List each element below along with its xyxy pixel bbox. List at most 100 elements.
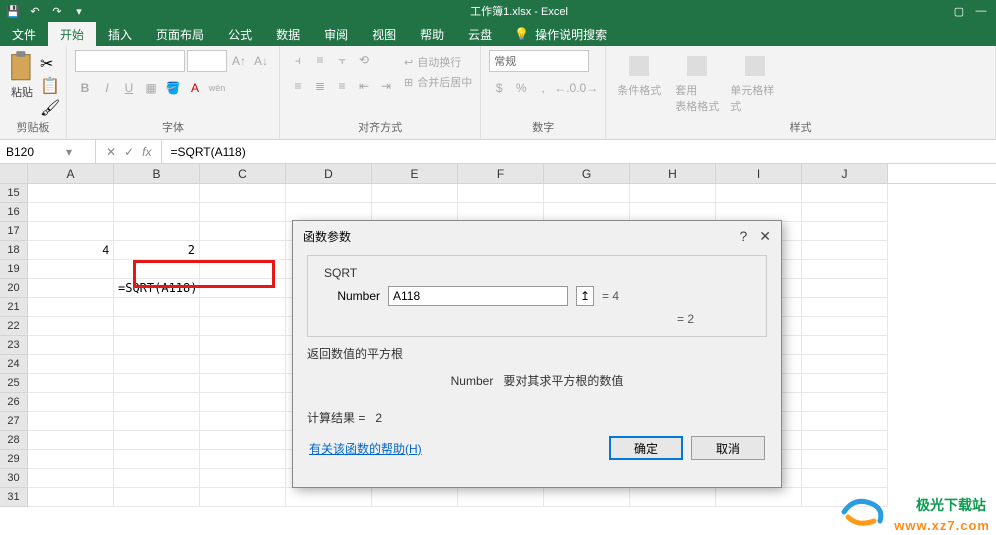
- cell[interactable]: [630, 488, 716, 507]
- align-left-icon[interactable]: ≡: [288, 76, 308, 96]
- col-header[interactable]: A: [28, 164, 114, 183]
- currency-icon[interactable]: $: [489, 78, 509, 98]
- collapse-dialog-icon[interactable]: ↥: [576, 286, 594, 306]
- cell[interactable]: [114, 317, 200, 336]
- decrease-decimal-icon[interactable]: .0→: [577, 78, 597, 98]
- cell[interactable]: [802, 355, 888, 374]
- cell[interactable]: [28, 298, 114, 317]
- cell[interactable]: [802, 298, 888, 317]
- tab-file[interactable]: 文件: [0, 22, 48, 46]
- font-color-button[interactable]: A: [185, 78, 205, 98]
- cell[interactable]: [200, 336, 286, 355]
- cell[interactable]: [200, 393, 286, 412]
- tab-review[interactable]: 审阅: [312, 22, 360, 46]
- format-table-button[interactable]: 套用 表格格式: [672, 54, 722, 114]
- align-center-icon[interactable]: ≣: [310, 76, 330, 96]
- bold-button[interactable]: B: [75, 78, 95, 98]
- cancel-button[interactable]: 取消: [691, 436, 765, 460]
- function-help-link[interactable]: 有关该函数的帮助(H): [309, 440, 422, 457]
- cell[interactable]: [200, 355, 286, 374]
- minimize-icon[interactable]: —: [974, 4, 988, 18]
- cell[interactable]: [802, 431, 888, 450]
- cell[interactable]: [114, 184, 200, 203]
- cell[interactable]: [114, 374, 200, 393]
- cell[interactable]: [28, 469, 114, 488]
- qat-dropdown-icon[interactable]: ▾: [72, 4, 86, 18]
- cell[interactable]: [286, 488, 372, 507]
- row-header[interactable]: 18: [0, 241, 28, 260]
- cell[interactable]: [200, 298, 286, 317]
- cell[interactable]: [802, 203, 888, 222]
- close-icon[interactable]: ✕: [759, 228, 771, 245]
- border-button[interactable]: ▦: [141, 78, 161, 98]
- tab-help[interactable]: 帮助: [408, 22, 456, 46]
- col-header[interactable]: I: [716, 164, 802, 183]
- cell-b18[interactable]: 2: [114, 241, 200, 260]
- cell[interactable]: [544, 184, 630, 203]
- help-icon[interactable]: ?: [739, 228, 747, 244]
- comma-icon[interactable]: ,: [533, 78, 553, 98]
- name-box-dropdown-icon[interactable]: ▾: [66, 145, 72, 159]
- row-header[interactable]: 29: [0, 450, 28, 469]
- cell[interactable]: [802, 260, 888, 279]
- cell[interactable]: [28, 355, 114, 374]
- cell[interactable]: [28, 431, 114, 450]
- conditional-format-button[interactable]: 条件格式: [614, 54, 664, 114]
- cell[interactable]: [544, 488, 630, 507]
- row-header[interactable]: 31: [0, 488, 28, 507]
- row-header[interactable]: 23: [0, 336, 28, 355]
- cell[interactable]: [200, 241, 286, 260]
- cell[interactable]: [802, 241, 888, 260]
- cell[interactable]: [372, 488, 458, 507]
- cancel-formula-icon[interactable]: ✕: [106, 145, 116, 159]
- cell[interactable]: [28, 184, 114, 203]
- row-header[interactable]: 17: [0, 222, 28, 241]
- row-header[interactable]: 20: [0, 279, 28, 298]
- row-header[interactable]: 25: [0, 374, 28, 393]
- row-header[interactable]: 28: [0, 431, 28, 450]
- cell[interactable]: [114, 469, 200, 488]
- number-format-select[interactable]: [489, 50, 589, 72]
- cell[interactable]: [114, 431, 200, 450]
- cell[interactable]: [802, 184, 888, 203]
- cell[interactable]: [802, 393, 888, 412]
- tab-data[interactable]: 数据: [264, 22, 312, 46]
- cell-styles-button[interactable]: 单元格样式: [730, 54, 780, 114]
- font-size-select[interactable]: [187, 50, 227, 72]
- cell[interactable]: [200, 469, 286, 488]
- cell[interactable]: [200, 222, 286, 241]
- increase-decimal-icon[interactable]: ←.0: [555, 78, 575, 98]
- cell[interactable]: [802, 412, 888, 431]
- cell[interactable]: [28, 336, 114, 355]
- cell[interactable]: [716, 184, 802, 203]
- cell[interactable]: [200, 279, 286, 298]
- col-header[interactable]: G: [544, 164, 630, 183]
- row-header[interactable]: 26: [0, 393, 28, 412]
- cell[interactable]: [802, 450, 888, 469]
- row-header[interactable]: 16: [0, 203, 28, 222]
- cell[interactable]: [114, 412, 200, 431]
- cell-a18[interactable]: 4: [28, 241, 114, 260]
- cell[interactable]: [802, 222, 888, 241]
- select-all-corner[interactable]: [0, 164, 28, 183]
- cell[interactable]: [802, 469, 888, 488]
- cell[interactable]: [200, 431, 286, 450]
- row-header[interactable]: 27: [0, 412, 28, 431]
- cell[interactable]: [114, 393, 200, 412]
- tab-formulas[interactable]: 公式: [216, 22, 264, 46]
- row-header[interactable]: 24: [0, 355, 28, 374]
- cell[interactable]: [114, 222, 200, 241]
- save-icon[interactable]: 💾: [6, 4, 20, 18]
- cell[interactable]: [28, 374, 114, 393]
- align-middle-icon[interactable]: ≡: [310, 50, 330, 70]
- cell[interactable]: [200, 450, 286, 469]
- cell[interactable]: [28, 260, 114, 279]
- col-header[interactable]: J: [802, 164, 888, 183]
- phonetic-button[interactable]: wén: [207, 78, 227, 98]
- cell[interactable]: [802, 336, 888, 355]
- cell[interactable]: [802, 317, 888, 336]
- cell[interactable]: [200, 488, 286, 507]
- cell[interactable]: [28, 450, 114, 469]
- indent-increase-icon[interactable]: ⇥: [376, 76, 396, 96]
- col-header[interactable]: F: [458, 164, 544, 183]
